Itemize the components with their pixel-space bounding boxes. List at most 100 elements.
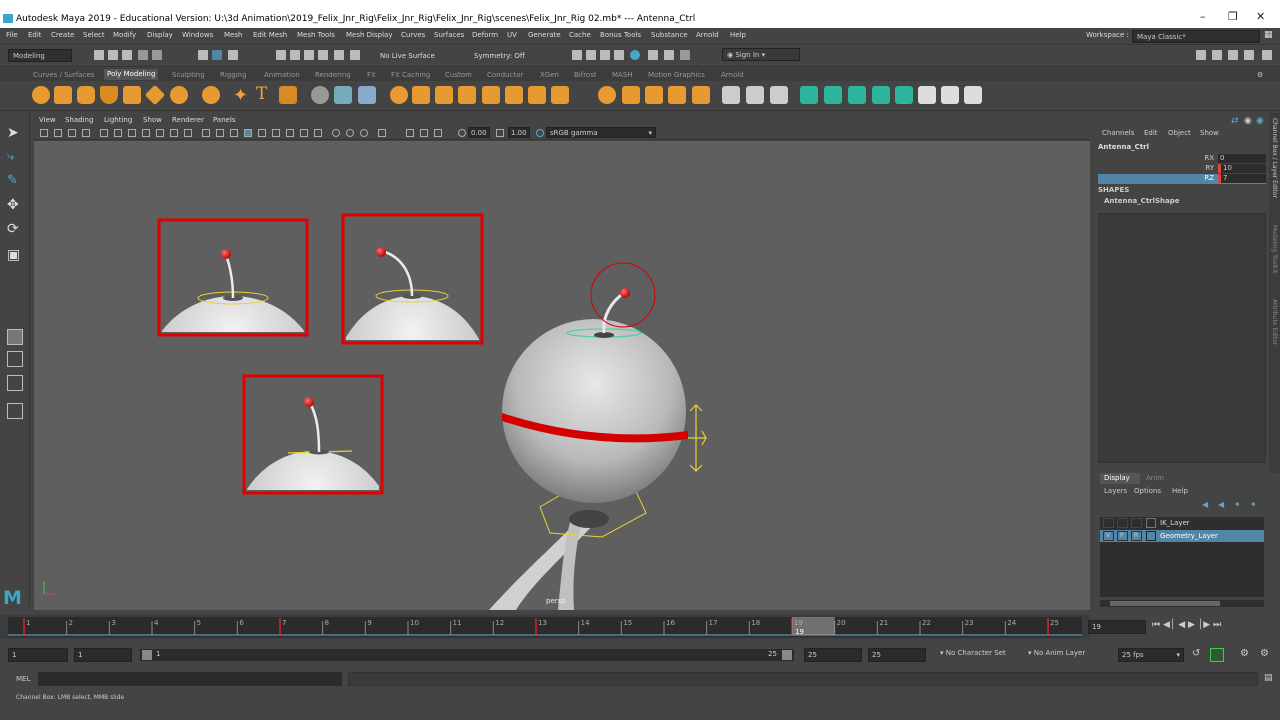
minimize-button[interactable]: – <box>1200 10 1206 23</box>
character-set-dropdown[interactable]: ▾ No Character Set <box>940 649 1006 657</box>
shelf-tab-fx-caching[interactable]: FX Caching <box>391 71 430 79</box>
view-transform-icon[interactable] <box>420 129 428 137</box>
open-scene-icon[interactable] <box>108 50 118 60</box>
shelf-tab-curves-surfaces[interactable]: Curves / Surfaces <box>33 71 94 79</box>
cb-icon-1[interactable]: ⇄ <box>1231 116 1239 126</box>
menu-select[interactable]: Select <box>83 31 105 39</box>
color-space-dropdown[interactable]: sRGB gamma ▾ <box>546 127 656 138</box>
layer-row[interactable]: IK_Layer <box>1100 517 1264 529</box>
shelf-tab-rendering[interactable]: Rendering <box>315 71 351 79</box>
gate-mask-icon[interactable] <box>142 129 150 137</box>
menu-windows[interactable]: Windows <box>182 31 213 39</box>
maximize-button[interactable]: ❐ <box>1228 10 1238 23</box>
type-text-icon[interactable]: T <box>256 84 274 104</box>
new-layer-selected-icon[interactable]: ✦ <box>1250 500 1257 509</box>
select-camera-icon[interactable] <box>40 129 48 137</box>
layer-color-swatch[interactable] <box>1146 518 1156 528</box>
uv-editor-icon[interactable] <box>722 86 740 104</box>
undo-icon[interactable] <box>138 50 148 60</box>
motion-blur-icon[interactable] <box>300 129 308 137</box>
xray-icon[interactable] <box>346 129 354 137</box>
select-edge-loop-icon[interactable] <box>800 86 818 104</box>
hud-icon[interactable] <box>434 129 442 137</box>
side-tab-channel-box[interactable]: Channel Box / Layer Editor <box>1271 118 1278 198</box>
mel-input[interactable] <box>38 672 342 686</box>
cb-attr-row-rx[interactable]: RX 0 <box>1098 154 1266 164</box>
select-edge-ring-icon[interactable] <box>824 86 842 104</box>
layer-name[interactable]: IK_Layer <box>1160 519 1190 527</box>
mel-label[interactable]: MEL <box>16 675 30 683</box>
symmetry-icon[interactable] <box>964 86 982 104</box>
audio-icon[interactable]: ⚙ <box>1240 648 1249 659</box>
lasso-tool-icon[interactable]: ⤷ <box>7 149 23 165</box>
menu-arnold[interactable]: Arnold <box>696 31 719 39</box>
extrude-icon[interactable] <box>412 86 430 104</box>
render-sequence-icon[interactable] <box>600 50 610 60</box>
shelf-settings-icon[interactable]: ⚙ <box>1257 71 1263 79</box>
exposure-field[interactable]: 0.00 <box>468 127 490 138</box>
insert-edge-loop-icon[interactable] <box>692 86 710 104</box>
move-tool-icon[interactable]: ✥ <box>7 197 23 213</box>
workspace-lock-icon[interactable]: ▦ <box>1264 30 1273 40</box>
channel-box-icon[interactable] <box>1244 50 1254 60</box>
crease-icon[interactable] <box>668 86 686 104</box>
new-scene-icon[interactable] <box>94 50 104 60</box>
go-to-end-icon[interactable]: ⏭ <box>1213 620 1221 630</box>
xray-joints-icon[interactable] <box>360 129 368 137</box>
gamma-icon[interactable] <box>406 129 414 137</box>
menu-surfaces[interactable]: Surfaces <box>434 31 464 39</box>
menu-edit-mesh[interactable]: Edit Mesh <box>253 31 287 39</box>
shelf-tab-poly-modeling[interactable]: Poly Modeling <box>104 69 159 80</box>
menu-cache[interactable]: Cache <box>569 31 591 39</box>
anim-prefs-icon[interactable]: ⚙ <box>1260 648 1269 659</box>
automatic-map-icon[interactable] <box>770 86 788 104</box>
live-surface-label[interactable]: No Live Surface <box>380 52 435 60</box>
outliner-icon[interactable] <box>1262 50 1272 60</box>
le-menu-layers[interactable]: Layers <box>1104 487 1127 495</box>
target-weld-icon[interactable] <box>551 86 569 104</box>
menu-edit[interactable]: Edit <box>28 31 42 39</box>
cb-icon-2[interactable]: ◉ <box>1244 116 1252 126</box>
safe-action-icon[interactable] <box>170 129 178 137</box>
four-view-layout-icon[interactable] <box>7 351 23 367</box>
menu-display[interactable]: Display <box>147 31 173 39</box>
new-layer-icon[interactable]: ✦ <box>1234 500 1241 509</box>
cb-object-name[interactable]: Antenna_Ctrl <box>1098 143 1149 151</box>
tab-display[interactable]: Display <box>1100 473 1140 484</box>
shelf-tab-motion-graphics[interactable]: Motion Graphics <box>648 71 705 79</box>
animation-start-field[interactable]: 1 <box>8 648 68 662</box>
tab-anim[interactable]: Anim <box>1146 474 1164 482</box>
wireframe-icon[interactable] <box>202 129 210 137</box>
move-layer-down-icon[interactable]: ◀ <box>1218 500 1224 509</box>
layer-row[interactable]: V P R Geometry_Layer <box>1100 530 1264 542</box>
poly-sphere-icon[interactable] <box>32 86 50 104</box>
isolate-select-icon[interactable] <box>332 129 340 137</box>
screen-space-ao-icon[interactable] <box>286 129 294 137</box>
tool-settings-icon[interactable] <box>1228 50 1238 60</box>
bridge-icon[interactable] <box>435 86 453 104</box>
poly-cube-icon[interactable] <box>54 86 72 104</box>
film-gate-icon[interactable] <box>114 129 122 137</box>
menu-modify[interactable]: Modify <box>113 31 136 39</box>
poly-plane-icon[interactable] <box>123 86 141 104</box>
circularize-icon[interactable] <box>645 86 663 104</box>
menu-file[interactable]: File <box>6 31 18 39</box>
layer-visibility-toggle[interactable] <box>1103 518 1114 528</box>
history-icon[interactable] <box>572 50 582 60</box>
side-ctrl-curve[interactable] <box>688 404 707 472</box>
booleans-icon[interactable] <box>390 86 408 104</box>
menu-uv[interactable]: UV <box>507 31 517 39</box>
range-slider-end-handle[interactable] <box>782 650 792 660</box>
step-back-key-icon[interactable]: ◀│ <box>1163 620 1175 630</box>
smooth-shade-icon[interactable] <box>216 129 224 137</box>
cb-shape-name[interactable]: Antenna_CtrlShape <box>1104 197 1180 205</box>
render-frame-icon[interactable] <box>586 50 596 60</box>
outliner-layout-icon[interactable] <box>7 403 23 419</box>
exposure-icon[interactable] <box>378 129 386 137</box>
svg-icon[interactable] <box>279 86 297 104</box>
shelf-tab-arnold[interactable]: Arnold <box>721 71 744 79</box>
menu-mesh-display[interactable]: Mesh Display <box>346 31 392 39</box>
animation-end-field[interactable]: 25 <box>868 648 926 662</box>
modeling-toolkit-icon[interactable] <box>1196 50 1206 60</box>
vp-menu-lighting[interactable]: Lighting <box>104 116 132 124</box>
